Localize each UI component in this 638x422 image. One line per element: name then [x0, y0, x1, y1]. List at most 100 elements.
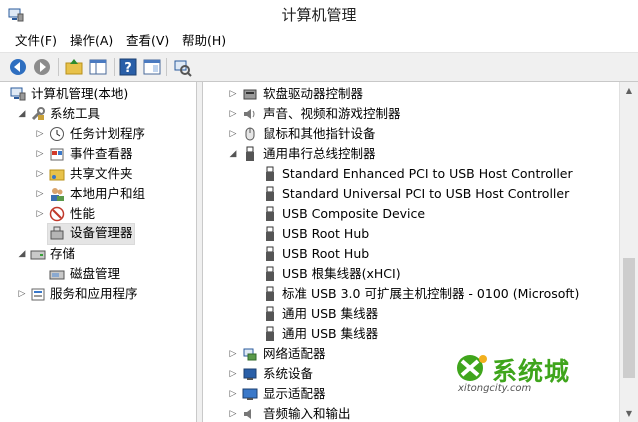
disk-icon: [49, 270, 65, 280]
usb-device-item[interactable]: USB 根集线器(xHCI): [203, 264, 619, 284]
usb-device-item[interactable]: Standard Universal PCI to USB Host Contr…: [203, 184, 619, 204]
tree-item-task-scheduler[interactable]: ▷ 任务计划程序: [0, 124, 196, 144]
expand-arrow-icon[interactable]: ▷: [35, 164, 45, 184]
tree-item-disk-management[interactable]: 磁盘管理: [0, 264, 196, 284]
watermark-logo: 系统城 xitongcity.com: [452, 352, 602, 400]
device-category-sound[interactable]: ▷ 声音、视频和游戏控制器: [203, 104, 619, 124]
storage-icon: [30, 250, 46, 260]
vertical-scrollbar[interactable]: ▲ ▼: [619, 82, 638, 422]
usb-device-item[interactable]: Standard Enhanced PCI to USB Host Contro…: [203, 164, 619, 184]
device-label: USB 根集线器(xHCI): [282, 266, 401, 281]
usb-device-item[interactable]: USB Root Hub: [203, 244, 619, 264]
navigation-tree: 计算机管理(本地) ◢ 系统工具 ▷ 任务计划程序 ▷ 事件查看器 ▷ 共享文件…: [0, 82, 197, 422]
title-bar: 计算机管理: [0, 0, 638, 30]
device-category-floppy[interactable]: ▷ 软盘驱动器控制器: [203, 84, 619, 104]
tree-label: 任务计划程序: [70, 126, 146, 141]
scroll-up-icon[interactable]: ▲: [620, 82, 638, 99]
tree-item-root[interactable]: 计算机管理(本地): [0, 84, 196, 104]
tree-label: 本地用户和组: [70, 186, 146, 201]
usb-plug-icon: [266, 306, 274, 321]
tools-icon: [31, 107, 45, 121]
device-category-mice[interactable]: ▷ 鼠标和其他指针设备: [203, 124, 619, 144]
usb-device-item[interactable]: USB Root Hub: [203, 224, 619, 244]
speaker-icon: [244, 109, 255, 119]
tree-item-services-apps[interactable]: ▷ 服务和应用程序: [0, 284, 196, 304]
tree-label: 设备管理器: [70, 225, 133, 240]
tree-item-event-viewer[interactable]: ▷ 事件查看器: [0, 144, 196, 164]
tree-item-local-users[interactable]: ▷ 本地用户和组: [0, 184, 196, 204]
tree-item-device-manager[interactable]: 设备管理器: [47, 223, 135, 245]
collapse-arrow-icon[interactable]: ◢: [17, 244, 27, 264]
display-adapter-icon: [242, 388, 258, 400]
up-folder-icon[interactable]: [64, 57, 84, 77]
audio-io-icon: [244, 409, 251, 419]
menu-bar: 文件(F) 操作(A) 查看(V) 帮助(H): [0, 30, 638, 52]
tree-label: 磁盘管理: [70, 266, 121, 281]
expand-arrow-icon[interactable]: ▷: [35, 124, 45, 144]
tree-item-performance[interactable]: ▷ 性能: [0, 204, 196, 224]
toolbar-separator: [114, 58, 115, 76]
usb-device-item[interactable]: 通用 USB 集线器: [203, 304, 619, 324]
usb-plug-icon: [266, 286, 274, 301]
usb-plug-icon: [246, 146, 254, 161]
expand-arrow-icon[interactable]: ▷: [228, 84, 238, 104]
properties-icon[interactable]: [142, 57, 162, 77]
tree-label: 共享文件夹: [70, 166, 133, 181]
show-tree-icon[interactable]: [88, 57, 108, 77]
expand-arrow-icon[interactable]: ▷: [228, 124, 238, 144]
device-label: USB Composite Device: [282, 206, 426, 221]
device-category-audio-io[interactable]: ▷ 音频输入和输出: [203, 404, 619, 422]
tree-label: 存储: [50, 246, 76, 261]
usb-plug-icon: [266, 186, 274, 201]
device-category-usb[interactable]: ◢ 通用串行总线控制器: [203, 144, 619, 164]
expand-arrow-icon[interactable]: ▷: [17, 284, 27, 304]
device-label: 鼠标和其他指针设备: [263, 126, 376, 141]
expand-arrow-icon[interactable]: ▷: [35, 184, 45, 204]
device-label: USB Root Hub: [282, 226, 370, 241]
usb-plug-icon: [266, 246, 274, 261]
system-device-icon: [243, 368, 257, 380]
scroll-down-icon[interactable]: ▼: [620, 405, 638, 422]
watermark-url: xitongcity.com: [458, 383, 532, 394]
mouse-icon: [245, 127, 255, 141]
expand-arrow-icon[interactable]: ▷: [228, 404, 238, 422]
clock-icon: [50, 127, 64, 141]
usb-device-item[interactable]: 标准 USB 3.0 可扩展主机控制器 - 0100 (Microsoft): [203, 284, 619, 304]
expand-arrow-icon[interactable]: ▷: [228, 384, 238, 404]
menu-action[interactable]: 操作(A): [70, 30, 113, 52]
device-label: USB Root Hub: [282, 246, 370, 261]
device-label: 系统设备: [263, 366, 314, 381]
usb-device-item[interactable]: USB Composite Device: [203, 204, 619, 224]
usb-plug-icon: [266, 326, 274, 341]
back-icon[interactable]: [8, 57, 28, 77]
menu-help[interactable]: 帮助(H): [182, 30, 226, 52]
expand-arrow-icon[interactable]: ▷: [228, 104, 238, 124]
menu-view[interactable]: 查看(V): [126, 30, 169, 52]
tree-item-shared-folders[interactable]: ▷ 共享文件夹: [0, 164, 196, 184]
toolbar-separator: [166, 58, 167, 76]
usb-device-item[interactable]: 通用 USB 集线器: [203, 324, 619, 344]
services-icon: [31, 288, 45, 301]
device-label: 标准 USB 3.0 可扩展主机控制器 - 0100 (Microsoft): [282, 286, 580, 301]
scroll-thumb[interactable]: [623, 258, 635, 378]
usb-plug-icon: [266, 266, 274, 281]
expand-arrow-icon[interactable]: ▷: [228, 344, 238, 364]
device-manager-icon: [50, 226, 64, 240]
scan-hardware-icon[interactable]: [172, 57, 192, 77]
expand-arrow-icon[interactable]: ▷: [35, 144, 45, 164]
expand-arrow-icon[interactable]: ▷: [35, 204, 45, 224]
collapse-arrow-icon[interactable]: ◢: [17, 104, 27, 124]
window-title: 计算机管理: [281, 6, 357, 24]
toolbar: ?: [0, 52, 638, 82]
computer-management-icon: [10, 87, 26, 101]
tree-item-storage[interactable]: ◢ 存储: [0, 244, 196, 264]
menu-file[interactable]: 文件(F): [15, 30, 57, 52]
performance-icon: [49, 206, 65, 222]
forward-icon[interactable]: [32, 57, 52, 77]
device-label: 网络适配器: [263, 346, 326, 361]
collapse-arrow-icon[interactable]: ◢: [228, 144, 238, 164]
tree-item-system-tools[interactable]: ◢ 系统工具: [0, 104, 196, 124]
help-icon[interactable]: ?: [118, 57, 138, 77]
expand-arrow-icon[interactable]: ▷: [228, 364, 238, 384]
device-label: Standard Universal PCI to USB Host Contr…: [282, 186, 570, 201]
